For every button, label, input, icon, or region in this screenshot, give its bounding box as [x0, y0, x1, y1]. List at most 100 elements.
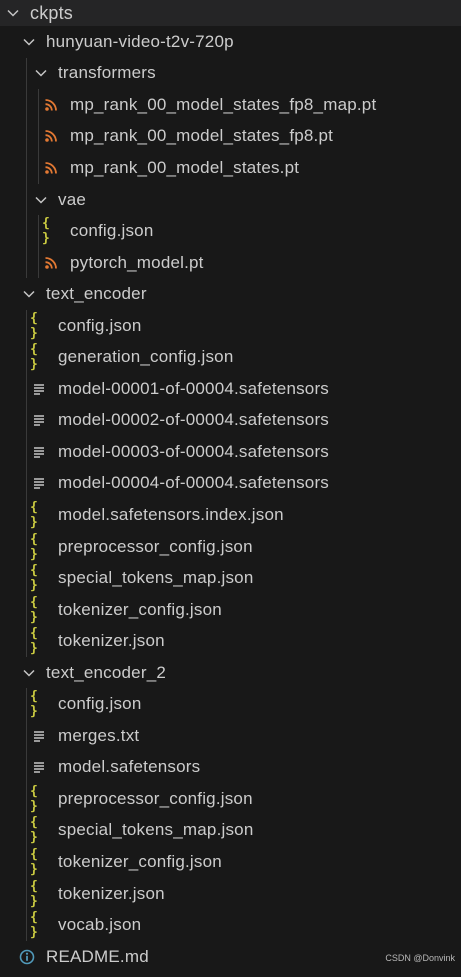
file-item[interactable]: { } tokenizer.json [0, 877, 461, 910]
indent-guide [26, 89, 27, 121]
file-item[interactable]: merges.txt [0, 720, 461, 752]
lines-icon [30, 443, 48, 461]
indent-guide [26, 341, 27, 374]
indent-guide [26, 152, 27, 184]
indent-guide [26, 783, 27, 815]
file-label: preprocessor_config.json [58, 536, 253, 556]
file-label: model-00004-of-00004.safetensors [58, 473, 330, 493]
folder-hunyuan-video[interactable]: hunyuan-video-t2v-720p [0, 26, 461, 58]
lines-icon [30, 758, 48, 776]
braces-icon: { } [30, 499, 38, 530]
file-item[interactable]: mp_rank_00_model_states_fp8.pt [0, 120, 461, 153]
indent-guide [26, 720, 27, 752]
chevron-down-icon[interactable] [32, 191, 50, 209]
chevron-down-icon[interactable] [32, 64, 50, 82]
file-label: model.safetensors.index.json [58, 504, 284, 524]
file-item[interactable]: model-00004-of-00004.safetensors [0, 467, 461, 500]
indent-guide [26, 373, 27, 405]
indent-guide [26, 530, 27, 563]
braces-icon: { } [30, 878, 38, 909]
indent-guide [26, 246, 27, 279]
file-item[interactable]: { } vocab.json [0, 909, 461, 941]
file-item[interactable]: mp_rank_00_model_states_fp8_map.pt [0, 89, 461, 121]
indent-guide [26, 814, 27, 847]
file-item[interactable]: pytorch_model.pt [0, 246, 461, 279]
file-label: generation_config.json [58, 347, 234, 367]
file-label: special_tokens_map.json [58, 820, 254, 840]
file-label: mp_rank_00_model_states.pt [70, 157, 300, 177]
braces-icon: { } [30, 342, 38, 373]
folder-ckpts[interactable]: ckpts [0, 0, 461, 26]
indent-guide [38, 215, 39, 247]
file-item[interactable]: { } config.json [0, 309, 461, 342]
braces-icon: { } [30, 310, 38, 341]
indent-guide [26, 404, 27, 437]
braces-icon: { } [30, 910, 38, 941]
indent-guide [26, 562, 27, 594]
braces-icon: { } [30, 783, 38, 814]
file-item[interactable]: { } tokenizer_config.json [0, 593, 461, 626]
file-label: model-00003-of-00004.safetensors [58, 441, 330, 461]
file-label: merges.txt [58, 725, 140, 745]
indent-guide [26, 499, 27, 531]
folder-text-encoder-2[interactable]: text_encoder_2 [0, 657, 461, 689]
file-item[interactable]: { } preprocessor_config.json [0, 530, 461, 563]
file-label: config.json [58, 694, 142, 714]
file-item[interactable]: { } tokenizer_config.json [0, 846, 461, 878]
file-item[interactable]: { } model.safetensors.index.json [0, 499, 461, 531]
file-item[interactable]: { } config.json [0, 215, 461, 247]
indent-guide [38, 120, 39, 153]
file-item[interactable]: { } special_tokens_map.json [0, 562, 461, 594]
braces-icon: { } [30, 689, 38, 720]
file-label: tokenizer.json [58, 631, 165, 651]
indent-guide [26, 57, 27, 90]
file-label: preprocessor_config.json [58, 788, 253, 808]
file-item[interactable]: model-00001-of-00004.safetensors [0, 373, 461, 405]
file-item[interactable]: { } config.json [0, 688, 461, 721]
braces-icon: { } [42, 216, 50, 247]
file-label: model-00001-of-00004.safetensors [58, 378, 330, 398]
file-item[interactable]: mp_rank_00_model_states.pt [0, 152, 461, 184]
file-label: mp_rank_00_model_states_fp8.pt [70, 126, 334, 146]
file-item[interactable]: { } tokenizer.json [0, 625, 461, 657]
file-label: model.safetensors [58, 757, 201, 777]
file-item[interactable]: { } generation_config.json [0, 341, 461, 374]
file-label: pytorch_model.pt [70, 252, 204, 272]
file-item[interactable]: { } special_tokens_map.json [0, 814, 461, 847]
braces-icon: { } [30, 846, 38, 877]
braces-icon: { } [30, 815, 38, 846]
file-label: mp_rank_00_model_states_fp8_map.pt [70, 94, 377, 114]
watermark: CSDN @Donvink [385, 953, 455, 963]
rss-icon [42, 127, 60, 145]
indent-guide [38, 246, 39, 279]
folder-label: text_encoder_2 [46, 662, 166, 682]
chevron-down-icon[interactable] [20, 664, 38, 682]
folder-transformers[interactable]: transformers [0, 57, 461, 90]
file-item[interactable]: { } preprocessor_config.json [0, 783, 461, 815]
file-explorer-tree: ckpts hunyuan-video-t2v-720p transformer… [0, 0, 461, 972]
indent-guide [26, 625, 27, 657]
chevron-down-icon[interactable] [4, 4, 22, 22]
file-item[interactable]: model-00002-of-00004.safetensors [0, 404, 461, 437]
indent-guide [26, 309, 27, 342]
rss-icon [42, 254, 60, 272]
indent-guide [38, 152, 39, 184]
folder-text-encoder[interactable]: text_encoder [0, 278, 461, 310]
file-label: tokenizer.json [58, 883, 165, 903]
chevron-down-icon[interactable] [20, 285, 38, 303]
file-item[interactable]: model.safetensors [0, 751, 461, 784]
file-label: tokenizer_config.json [58, 599, 222, 619]
rss-icon [42, 159, 60, 177]
file-item[interactable]: model-00003-of-00004.safetensors [0, 436, 461, 468]
folder-label: text_encoder [46, 284, 147, 304]
indent-guide [38, 89, 39, 121]
indent-guide [26, 751, 27, 784]
chevron-down-icon[interactable] [20, 33, 38, 51]
indent-guide [26, 846, 27, 878]
file-label: model-00002-of-00004.safetensors [58, 410, 330, 430]
file-label: special_tokens_map.json [58, 568, 254, 588]
lines-icon [30, 474, 48, 492]
indent-guide [26, 436, 27, 468]
folder-vae[interactable]: vae [0, 183, 461, 216]
indent-guide [26, 877, 27, 910]
